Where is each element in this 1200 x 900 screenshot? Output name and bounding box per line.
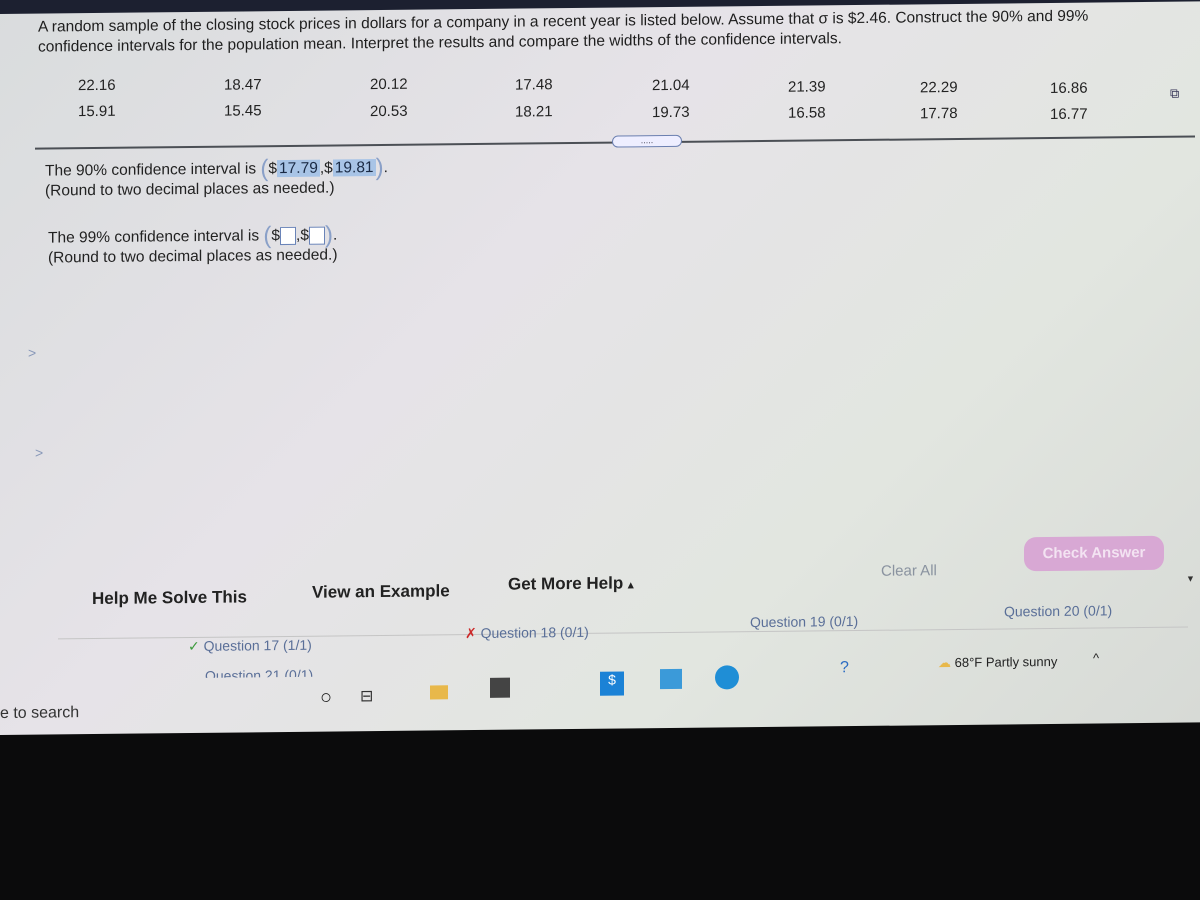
next-arrow-icon[interactable]: > <box>35 445 43 461</box>
data-value: 15.91 <box>78 102 116 121</box>
cortana-icon[interactable]: ○ <box>320 687 332 710</box>
store-icon[interactable] <box>490 677 510 698</box>
question-panel <box>58 137 1188 640</box>
question-20-link[interactable]: Question 20 (0/1) <box>1004 602 1112 619</box>
data-value: 20.12 <box>370 75 408 94</box>
data-value: 20.53 <box>370 102 408 121</box>
view-example-button[interactable]: View an Example <box>312 581 450 602</box>
weather-icon: ☁ <box>938 655 951 671</box>
data-value: 18.47 <box>224 76 262 94</box>
data-value: 19.73 <box>652 103 690 122</box>
screen: A random sample of the closing stock pri… <box>0 0 1200 736</box>
data-value: 15.45 <box>224 102 262 120</box>
weather-widget[interactable]: ☁ 68°F Partly sunny <box>938 654 1057 671</box>
data-value: 16.58 <box>788 104 826 122</box>
question-21-link[interactable]: Question 21 (0/1) <box>205 667 313 678</box>
edge-icon[interactable] <box>715 665 739 690</box>
question-label: Question 18 (0/1) <box>480 623 589 641</box>
data-value: 22.29 <box>920 78 958 97</box>
get-more-help-button[interactable]: Get More Help ▴ <box>508 573 634 594</box>
get-more-help-label: Get More Help <box>508 573 624 594</box>
data-value: 21.04 <box>652 76 690 95</box>
data-value: 17.78 <box>920 104 958 123</box>
clear-all-button[interactable]: Clear All <box>881 562 937 580</box>
question-18-link[interactable]: ✗ Question 18 (0/1) <box>465 624 589 642</box>
x-icon: ✗ <box>465 625 477 642</box>
previous-arrow-icon[interactable]: > <box>28 345 36 361</box>
question-text: A random sample of the closing stock pri… <box>38 7 1089 56</box>
check-answer-button[interactable]: Check Answer <box>1024 535 1164 572</box>
data-value: 21.39 <box>788 78 826 96</box>
copy-data-icon[interactable]: ⧉ <box>1170 86 1179 102</box>
task-view-icon[interactable]: ⊟ <box>360 686 373 706</box>
app-icon[interactable]: $ <box>600 671 624 696</box>
file-explorer-icon[interactable] <box>430 685 448 700</box>
data-value: 17.48 <box>515 76 553 94</box>
taskbar-search[interactable]: e to search <box>0 704 79 723</box>
question-19-link[interactable]: Question 19 (0/1) <box>750 613 858 630</box>
weather-text: 68°F Partly sunny <box>954 653 1058 671</box>
help-icon[interactable]: ? <box>840 659 849 677</box>
data-value: 22.16 <box>78 76 116 95</box>
mail-icon[interactable] <box>660 668 682 690</box>
data-value: 16.77 <box>1050 105 1088 124</box>
question-label: Question 17 (1/1) <box>203 636 312 654</box>
help-me-solve-button[interactable]: Help Me Solve This <box>92 587 247 609</box>
tray-expand-icon[interactable]: ^ <box>1093 650 1099 665</box>
question-17-link[interactable]: ✓ Question 17 (1/1) <box>188 637 312 655</box>
scroll-down-icon[interactable]: ▼ <box>1186 573 1195 583</box>
data-value: 16.86 <box>1050 79 1088 98</box>
check-icon: ✓ <box>188 637 200 655</box>
data-value: 18.21 <box>515 103 553 121</box>
caret-up-icon: ▴ <box>627 579 634 592</box>
